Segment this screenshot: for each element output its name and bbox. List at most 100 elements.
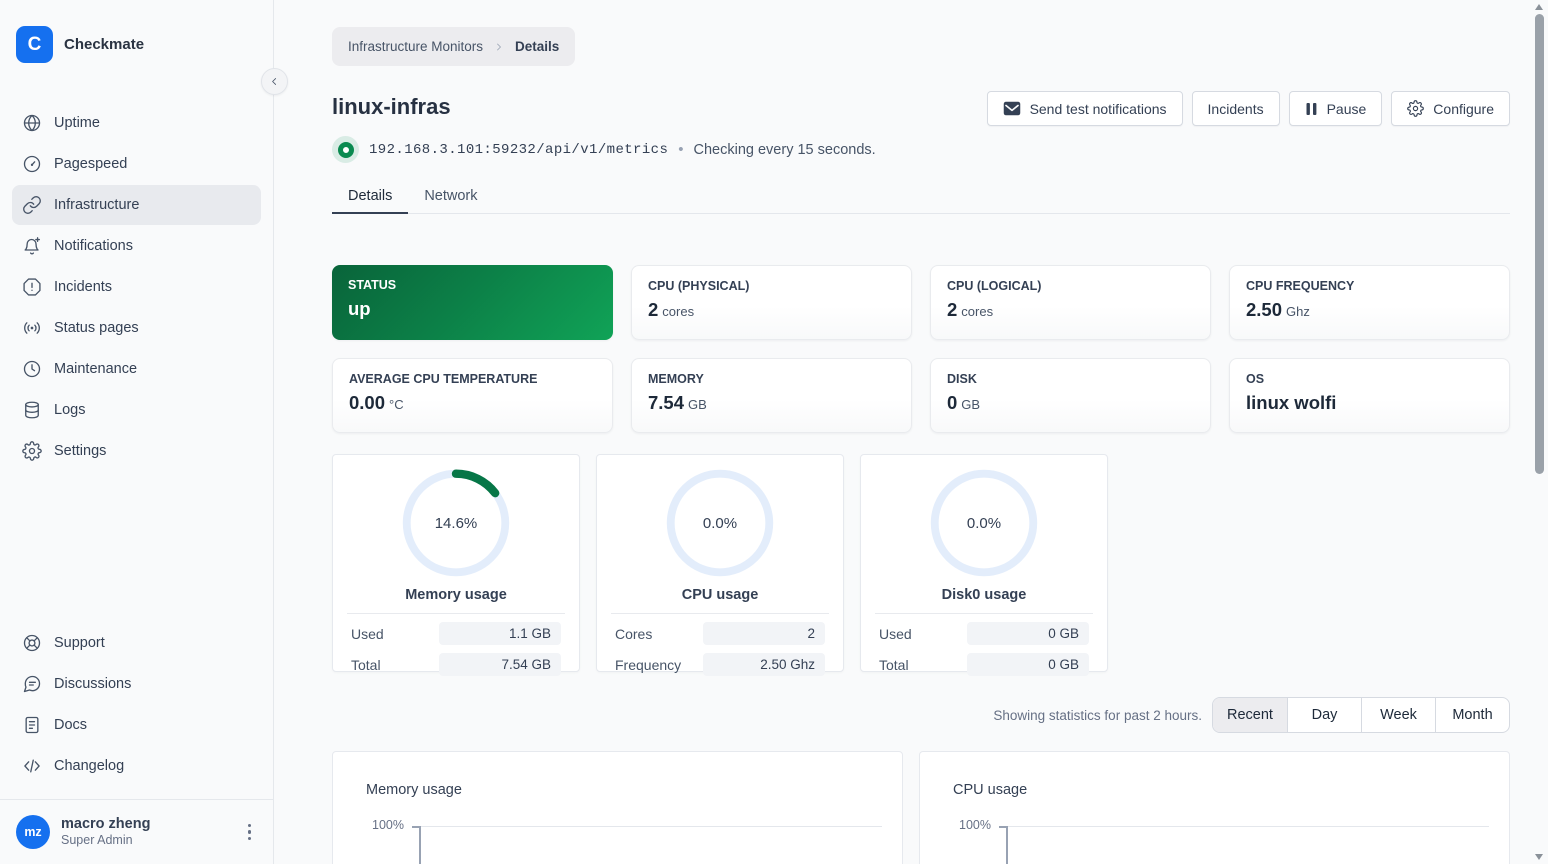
gauge-row: Used 1.1 GB	[345, 622, 567, 645]
sidebar-item-uptime[interactable]: Uptime	[12, 103, 261, 143]
gridline-100	[1006, 826, 1489, 827]
action-buttons: Send test notifications Incidents Pause …	[986, 91, 1510, 126]
sidebar-item-infrastructure[interactable]: Infrastructure	[12, 185, 261, 225]
range-button-recent[interactable]: Recent	[1213, 698, 1287, 732]
chart-plot-area: 100%	[366, 818, 886, 864]
breadcrumb: Infrastructure Monitors Details	[332, 27, 576, 66]
sidebar-item-logs[interactable]: Logs	[12, 390, 261, 430]
sidebar-item-label: Support	[54, 635, 105, 651]
range-toggle-group: Recent Day Week Month	[1212, 697, 1510, 733]
bell-plus-icon	[22, 236, 42, 256]
sidebar-item-maintenance[interactable]: Maintenance	[12, 349, 261, 389]
gear-icon	[1407, 100, 1425, 117]
pause-icon	[1306, 102, 1316, 115]
sidebar-item-support[interactable]: Support	[12, 623, 261, 663]
monitor-status-row: 192.168.3.101:59232/api/v1/metrics • Che…	[332, 136, 1510, 163]
envelope-icon	[1003, 101, 1020, 116]
cpu-usage-chart: CPU usage 100%	[919, 751, 1510, 864]
stat-card-memory: MEMORY 7.54 GB	[631, 358, 912, 433]
sidebar-item-label: Notifications	[54, 238, 133, 254]
sidebar-item-label: Uptime	[54, 115, 100, 131]
user-profile: mz macro zheng Super Admin	[0, 799, 273, 864]
pause-button[interactable]: Pause	[1288, 91, 1383, 126]
sidebar-item-pagespeed[interactable]: Pagespeed	[12, 144, 261, 184]
statistics-caption: Showing statistics for past 2 hours.	[993, 707, 1202, 723]
stat-card-cpu-logical: CPU (LOGICAL) 2 cores	[930, 265, 1211, 340]
avatar: mz	[16, 815, 50, 849]
monitor-header: linux-infras Send test notifications Inc…	[332, 91, 1510, 126]
incidents-button[interactable]: Incidents	[1191, 91, 1280, 126]
tab-bar: Details Network	[332, 181, 1510, 214]
gauge-card-memory-usage: 14.6% Memory usage Used 1.1 GB Total 7.5…	[332, 454, 580, 676]
range-button-week[interactable]: Week	[1361, 698, 1435, 732]
database-icon	[22, 400, 42, 420]
chart-grid: Memory usage 100% CPU usage 100%	[332, 751, 1510, 864]
link-icon	[22, 195, 42, 215]
chart-title: CPU usage	[953, 782, 1028, 798]
speedometer-icon	[22, 154, 42, 174]
configure-button[interactable]: Configure	[1391, 91, 1510, 126]
scrollbar-thumb[interactable]	[1535, 14, 1544, 474]
user-name: macro zheng	[61, 816, 151, 833]
statistics-bar: Showing statistics for past 2 hours. Rec…	[332, 697, 1510, 733]
sidebar-item-label: Discussions	[54, 676, 132, 692]
checkmate-logo: C	[16, 26, 53, 63]
y-axis-tick-label: 100%	[372, 818, 404, 832]
sidebar-item-settings[interactable]: Settings	[12, 431, 261, 471]
gauge-card-cpu-usage: 0.0% CPU usage Cores 2 Frequency 2.50 Gh…	[596, 454, 844, 676]
gauge-row: Cores 2	[609, 622, 831, 645]
gauge-row: Frequency 2.50 Ghz	[609, 653, 831, 676]
main-content: Infrastructure Monitors Details linux-in…	[275, 0, 1548, 864]
stat-card-grid: STATUS up CPU (PHYSICAL) 2 cores CPU (LOG…	[332, 265, 1510, 433]
message-icon	[22, 674, 42, 694]
breadcrumb-root[interactable]: Infrastructure Monitors	[348, 39, 483, 54]
tab-details[interactable]: Details	[332, 181, 409, 214]
sidebar-item-label: Pagespeed	[54, 156, 128, 172]
y-axis-tick	[412, 826, 419, 828]
sidebar-item-incidents[interactable]: Incidents	[12, 267, 261, 307]
range-button-day[interactable]: Day	[1287, 698, 1361, 732]
stat-card-cpu-physical: CPU (PHYSICAL) 2 cores	[631, 265, 912, 340]
sidebar-item-notifications[interactable]: Notifications	[12, 226, 261, 266]
life-buoy-icon	[22, 633, 42, 653]
chevron-left-icon	[272, 78, 277, 85]
gauge-row: Total 7.54 GB	[345, 653, 567, 676]
y-axis-tick-label: 100%	[959, 818, 991, 832]
gauge-card-grid: 14.6% Memory usage Used 1.1 GB Total 7.5…	[332, 454, 1510, 676]
send-test-notifications-button[interactable]: Send test notifications	[986, 91, 1183, 126]
scrollbar-down-arrow[interactable]	[1535, 854, 1543, 860]
y-axis-tick	[999, 826, 1006, 828]
sidebar-item-status-pages[interactable]: Status pages	[12, 308, 261, 348]
range-button-month[interactable]: Month	[1435, 698, 1509, 732]
bullet-separator: •	[678, 141, 684, 158]
y-axis-line	[1006, 826, 1008, 864]
clock-icon	[22, 359, 42, 379]
status-up-dot	[332, 136, 359, 163]
sidebar-item-changelog[interactable]: Changelog	[12, 746, 261, 786]
monitor-url: 192.168.3.101:59232/api/v1/metrics	[369, 141, 669, 158]
scrollbar-up-arrow[interactable]	[1535, 4, 1543, 10]
stat-card-status: STATUS up	[332, 265, 613, 340]
checking-interval-text: Checking every 15 seconds.	[693, 141, 876, 158]
tab-network[interactable]: Network	[408, 181, 493, 213]
gear-icon	[22, 441, 42, 461]
sidebar-item-label: Incidents	[54, 279, 113, 295]
breadcrumb-current: Details	[515, 39, 560, 54]
stat-card-disk: DISK 0 GB	[930, 358, 1211, 433]
brand-name: Checkmate	[64, 36, 145, 53]
sidebar: C Checkmate Uptime Pagespeed Infrastruct…	[0, 0, 274, 864]
sidebar-item-discussions[interactable]: Discussions	[12, 664, 261, 704]
sidebar-item-label: Infrastructure	[54, 197, 140, 213]
primary-nav: Uptime Pagespeed Infrastructure Notifica…	[0, 103, 273, 472]
sidebar-item-docs[interactable]: Docs	[12, 705, 261, 745]
brand: C Checkmate	[16, 26, 257, 63]
globe-icon	[22, 113, 42, 133]
broadcast-icon	[22, 318, 42, 338]
user-menu-button[interactable]	[242, 820, 258, 845]
sidebar-item-label: Docs	[54, 717, 88, 733]
secondary-nav: Support Discussions Docs Changelog	[0, 623, 273, 787]
code-icon	[22, 756, 42, 776]
sidebar-collapse-button[interactable]	[261, 68, 288, 95]
chart-title: Memory usage	[366, 782, 462, 798]
sidebar-item-label: Logs	[54, 402, 86, 418]
